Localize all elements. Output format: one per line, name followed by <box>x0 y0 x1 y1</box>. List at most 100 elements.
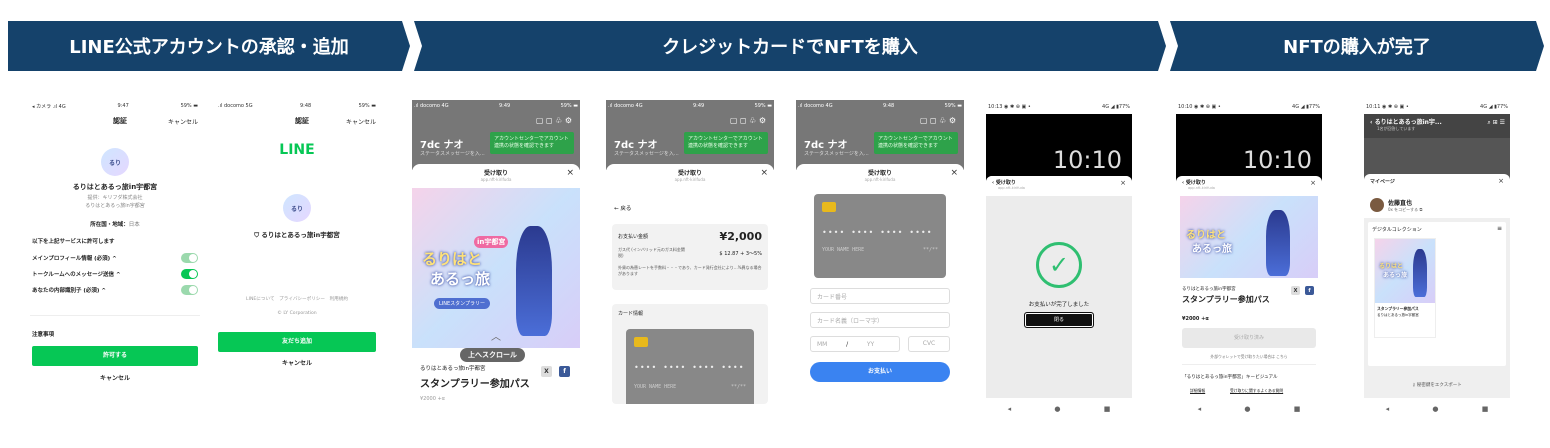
status-message: ステータスメッセージを入... <box>614 151 679 157</box>
official-visual-label: 「るりはとあるっ旅in宇都宮」キービジュアル <box>1182 375 1278 380</box>
status-battery: 59% ▬ <box>358 103 376 109</box>
phone-line-auth: ◂ カメラ .ıl 4G 9:47 59% ▬ 認証 キャンセル るり るりはと… <box>30 100 200 410</box>
messages-toggle[interactable] <box>181 269 198 279</box>
facebook-share-icon[interactable]: f <box>559 366 570 377</box>
card-number-field[interactable]: カード番号 <box>810 288 950 304</box>
wallet-header: .ıl docomo 4G 9:48 59% ▬ ▢ ◻ ♧ ⚙ 7dc ナオ ステ… <box>796 100 964 170</box>
nft-artwork: るりはと あるっ旅 in宇都宮 LINEスタンプラリー <box>412 188 580 348</box>
region: 所在国・地域：日本 <box>30 220 200 228</box>
close-icon[interactable]: × <box>760 168 768 178</box>
step-banner-3: NFTの購入が完了 <box>1170 21 1544 71</box>
header-icons[interactable]: ▢ ◻ ♧ ⚙ <box>920 116 956 125</box>
phone-card-entry: .ıl docomo 4G 9:48 59% ▬ ▢ ◻ ♧ ⚙ 7dc ナオ ステ… <box>796 100 964 392</box>
cancel-button[interactable]: キャンセル <box>216 358 378 367</box>
export-key-link[interactable]: ⚷ 秘密鍵をエクスポート <box>1368 382 1506 388</box>
wallet-header: .ıl docomo 4G 9:49 59% ▬ ▢ ◻ ♧ ⚙ 7dc ナオ ステ… <box>606 100 774 170</box>
pay-button[interactable]: お支払い <box>810 362 950 382</box>
expiry-yy: YY <box>866 340 875 348</box>
home-nav-icon[interactable]: ● <box>1244 405 1250 413</box>
status-time: 9:49 <box>692 103 705 109</box>
chevron-up-icon[interactable]: ︿ <box>412 328 580 343</box>
facebook-share-icon[interactable]: f <box>1305 286 1314 295</box>
x-share-icon[interactable]: X <box>1291 286 1300 295</box>
card-chip-icon <box>634 337 648 347</box>
profile-name: 7dc ナオ <box>614 140 658 151</box>
check-circle-icon: ✓ <box>1036 242 1082 288</box>
page-title: 認証 <box>294 117 309 125</box>
status-time: 9:48 <box>882 103 895 109</box>
home-nav-icon[interactable]: ● <box>1432 405 1438 413</box>
recent-nav-icon[interactable]: ■ <box>1294 405 1301 413</box>
back-link[interactable]: ← 戻る <box>614 204 631 212</box>
card-name-field[interactable]: カード名義（ローマ字） <box>810 312 950 328</box>
cancel-link[interactable]: キャンセル <box>168 117 198 126</box>
scroll-up-button[interactable]: 上へスクロール <box>460 348 525 362</box>
price: ¥2000 +α <box>1182 316 1209 322</box>
profile-toggle[interactable] <box>181 253 198 263</box>
mypage-title: マイページ <box>1370 179 1395 185</box>
expiry-field[interactable]: MM / YY <box>810 336 900 352</box>
close-button[interactable]: 閉る <box>1024 312 1094 328</box>
add-friend-button[interactable]: 友だち追加 <box>218 332 376 352</box>
menu-icon[interactable]: ≡ <box>1497 225 1502 232</box>
identifier-toggle[interactable] <box>181 285 198 295</box>
sheet-subtitle: app.nft-kirifuda <box>864 177 896 182</box>
cvc-field[interactable]: CVC <box>908 336 950 352</box>
expiry-slash: / <box>846 340 849 348</box>
page-title: 認証 <box>112 117 127 125</box>
sheet-title: 受け取り <box>483 170 508 177</box>
chat-subtitle: 1名が回答しています <box>1377 126 1416 131</box>
back-nav-icon[interactable]: ◂ <box>1386 405 1390 413</box>
close-icon[interactable]: × <box>1310 179 1316 187</box>
home-nav-icon[interactable]: ● <box>1054 405 1060 413</box>
x-share-icon[interactable]: X <box>541 366 552 377</box>
sheet-title: ‹ 受け取り <box>992 180 1016 186</box>
allow-button[interactable]: 許可する <box>32 346 198 366</box>
status-left: .ıl docomo 4G <box>798 103 833 109</box>
cancel-button[interactable]: キャンセル <box>30 373 200 382</box>
sheet-subtitle: app.nft-kirifuda <box>998 186 1025 190</box>
footer-links[interactable]: LINEについて プライバシーポリシー 利用規約 <box>216 296 378 302</box>
recent-nav-icon[interactable]: ■ <box>1104 405 1111 413</box>
receive-sheet: ‹ 受け取り app.nft-kirifuda × るりはと あるっ旅 るりはと… <box>1176 176 1322 398</box>
status-left: 10:10 ◉ ✱ ⊕ ▣ • <box>1178 104 1221 110</box>
permission-messages[interactable]: トークルームへのメッセージ送信 ^ <box>32 270 121 278</box>
sheet-title: 受け取り <box>677 170 702 177</box>
header-icons[interactable]: ▢ ◻ ♧ ⚙ <box>536 116 572 125</box>
back-nav-icon[interactable]: ◂ <box>1198 405 1202 413</box>
account-notice[interactable]: アカウントセンターでアカウント連携の状態を確認できます <box>490 132 574 154</box>
nft-collection-item[interactable]: るりはと あるっ旅 スタンプラリー参加パス るりはとあるっ旅in宇都宮 <box>1374 238 1436 338</box>
account-notice[interactable]: アカウントセンターでアカウント連携の状態を確認できます <box>874 132 958 154</box>
card-number: •••• •••• •••• •••• <box>822 228 933 237</box>
detail-link[interactable]: 詳細情報 <box>1190 388 1205 394</box>
status-battery: 59% ▬ <box>944 103 962 109</box>
close-icon[interactable]: × <box>566 168 574 178</box>
card-chip-icon <box>822 202 836 212</box>
account-provider: 提供：キリフダ株式会社 <box>87 195 143 201</box>
price-peek: ¥2000 +α <box>420 396 445 402</box>
notes-heading[interactable]: 注意事項 <box>30 330 200 338</box>
status-bar: ◂ カメラ .ıl 4G 9:47 59% ▬ <box>30 100 200 112</box>
card-expiry: **/** <box>730 384 746 390</box>
mypage-sheet: マイページ × 佐藤直也 0x をコピーする ⧉ デジタルコレクション ≡ るり… <box>1364 174 1510 398</box>
close-icon[interactable]: × <box>1120 179 1126 187</box>
fee-value: $ 12.87 + 3～5% <box>719 250 762 257</box>
thumb-character <box>1413 249 1427 297</box>
chat-header-icons[interactable]: ⌕ ⊞ ☰ <box>1487 119 1505 127</box>
close-icon[interactable]: × <box>950 168 958 178</box>
card-preview: •••• •••• •••• •••• YOUR NAME HERE **/** <box>814 194 946 278</box>
faq-link[interactable]: 受け取りに関するよくある質問 <box>1230 388 1283 394</box>
account-notice[interactable]: アカウントセンターでアカウント連携の状態を確認できます <box>684 132 768 154</box>
recent-nav-icon[interactable]: ■ <box>1482 405 1489 413</box>
header-icons[interactable]: ▢ ◻ ♧ ⚙ <box>730 116 766 125</box>
back-nav-icon[interactable]: ◂ <box>1008 405 1012 413</box>
copy-address[interactable]: 0x をコピーする ⧉ <box>1388 207 1422 213</box>
cancel-link[interactable]: キャンセル <box>346 117 376 126</box>
collection-area: デジタルコレクション ≡ るりはと あるっ旅 スタンプラリー参加パス るりはとあ… <box>1364 218 1510 398</box>
permission-profile[interactable]: メインプロフィール情報 (必須) ^ <box>32 254 117 262</box>
status-left: .ıl docomo 4G <box>608 103 643 109</box>
external-wallet-note[interactable]: 外部ウォレットで受け取りたい場合は こちら <box>1176 354 1322 360</box>
collection-title: デジタルコレクション <box>1372 227 1422 233</box>
permission-identifier[interactable]: あなたの内部識別子 (必須) ^ <box>32 286 106 294</box>
close-icon[interactable]: × <box>1498 177 1504 185</box>
